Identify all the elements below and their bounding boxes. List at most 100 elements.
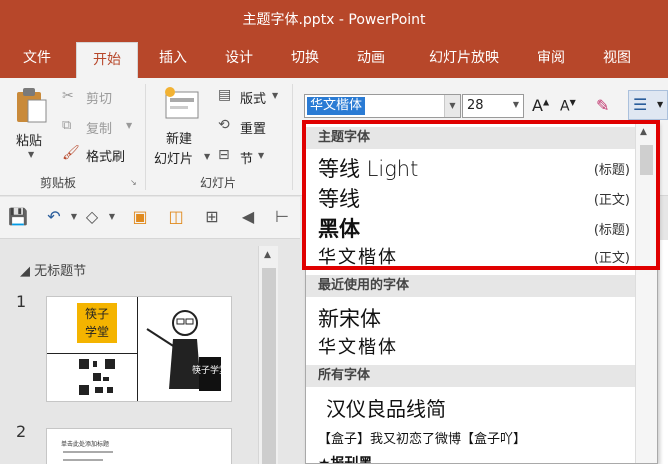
clipboard-icon xyxy=(17,88,47,123)
font-option-name: 黑体 xyxy=(318,217,360,241)
tab-slideshow[interactable]: 幻灯片放映 xyxy=(416,38,512,78)
font-size-dropdown-icon[interactable]: ▼ xyxy=(513,100,519,109)
paste-button[interactable]: 粘贴 ▼ xyxy=(10,84,54,168)
tab-file[interactable]: 文件 xyxy=(14,38,60,78)
font-option[interactable]: 华文楷体 xyxy=(306,331,636,359)
copy-dropdown-icon[interactable]: ▼ xyxy=(126,121,132,130)
divider xyxy=(47,353,137,354)
slides-pane: ◢ 无标题节 1 筷子 学堂 筷子学堂 2 单击此处添加标题 ▲ xyxy=(0,240,282,464)
font-name-dropdown-icon[interactable]: ▼ xyxy=(444,95,460,117)
slide-thumbnail-1[interactable]: 筷子 学堂 筷子学堂 xyxy=(46,296,232,402)
new-slide-label-1: 新建 xyxy=(166,132,193,147)
qr-code-image xyxy=(77,357,117,397)
all-fonts-header: 所有字体 xyxy=(306,365,636,387)
bullets-button[interactable]: ☰ ▼ xyxy=(628,90,668,120)
font-option[interactable]: ★报刊黑 xyxy=(306,451,636,464)
dialog-launcher-icon[interactable]: ↘ xyxy=(130,178,137,187)
tab-insert[interactable]: 插入 xyxy=(150,38,196,78)
font-option[interactable]: 等线 Light (标题) xyxy=(306,151,636,181)
tab-animations[interactable]: 动画 xyxy=(348,38,394,78)
grow-font-icon[interactable]: A▲ xyxy=(532,96,549,115)
new-slide-button[interactable]: 新建 幻灯片 ▼ xyxy=(150,84,212,170)
font-dropdown-list: 主题字体 等线 Light (标题) 等线 (正文) 黑体 (标题) 华文楷体 … xyxy=(305,122,658,464)
reset-label: 重置 xyxy=(240,122,267,137)
slides-group-label: 幻灯片 xyxy=(200,176,237,190)
logo-badge-text: 筷子 学堂 xyxy=(84,307,109,339)
copy-label: 复制 xyxy=(86,122,113,137)
tab-home[interactable]: 开始 xyxy=(76,42,138,78)
new-slide-icon xyxy=(165,87,199,119)
font-option[interactable]: 华文楷体 (正文) xyxy=(306,241,636,269)
undo-dropdown-icon[interactable]: ▼ xyxy=(64,207,84,227)
shrink-font-icon[interactable]: A▼ xyxy=(560,98,576,115)
font-option-tag: (正文) xyxy=(593,193,630,208)
animation-icon[interactable]: ◀ xyxy=(238,207,258,227)
bullets-dropdown-icon[interactable]: ▼ xyxy=(657,100,663,109)
scroll-up-icon[interactable]: ▲ xyxy=(640,127,647,137)
scroll-thumb[interactable] xyxy=(262,268,276,464)
font-option[interactable]: 新宋体 xyxy=(306,301,636,331)
paste-dropdown-icon[interactable]: ▼ xyxy=(28,150,34,159)
font-option-name: ★报刊黑 xyxy=(318,456,373,464)
font-option-name: 新宋体 xyxy=(318,307,381,331)
clipboard-group-label: 剪贴板 xyxy=(40,176,77,190)
slide-2-heading: 单击此处添加标题 xyxy=(61,441,110,448)
font-list-scrollbar[interactable]: ▲ xyxy=(635,123,657,463)
section-header[interactable]: ◢ 无标题节 xyxy=(20,260,86,279)
font-option[interactable]: 黑体 (标题) xyxy=(306,211,636,241)
shape-dropdown-icon[interactable]: ▼ xyxy=(102,207,122,227)
window-title: 主题字体.pptx - PowerPoint xyxy=(242,12,426,28)
slide-number: 2 xyxy=(16,422,27,441)
logo-badge: 筷子 学堂 xyxy=(77,303,117,343)
layout-label: 版式 xyxy=(240,92,267,107)
save-icon[interactable]: 💾 xyxy=(8,207,28,227)
font-option-name: 等线 xyxy=(318,187,360,211)
font-name-value[interactable]: 华文楷体 xyxy=(307,97,366,115)
font-size-combobox[interactable]: 28 ▼ xyxy=(462,94,524,118)
title-bar: 主题字体.pptx - PowerPoint xyxy=(0,0,668,38)
new-slide-label-2: 幻灯片 xyxy=(154,152,194,167)
format-painter-label: 格式刷 xyxy=(86,150,126,165)
slide-thumbnail-2[interactable]: 单击此处添加标题 xyxy=(46,428,232,464)
font-option-name: 【盒子】我又初恋了微博【盒子吖】 xyxy=(318,432,527,447)
tab-transitions[interactable]: 切换 xyxy=(282,38,328,78)
tab-design[interactable]: 设计 xyxy=(216,38,262,78)
paste-label: 粘贴 xyxy=(16,134,43,149)
layout-dropdown-icon[interactable]: ▼ xyxy=(272,91,278,100)
group-icon[interactable]: ◫ xyxy=(166,207,186,227)
undo-icon[interactable]: ↶ xyxy=(44,207,64,227)
ribbon-tabs: 文件 开始 插入 设计 切换 动画 幻灯片放映 审阅 视图 xyxy=(0,38,668,78)
new-slide-dropdown-icon[interactable]: ▼ xyxy=(204,152,210,161)
tab-review[interactable]: 审阅 xyxy=(528,38,574,78)
scissors-icon: ✂ xyxy=(62,88,74,104)
font-option-name: 华文楷体 xyxy=(318,337,398,358)
text-line xyxy=(63,459,103,461)
recent-fonts-header: 最近使用的字体 xyxy=(306,275,636,297)
font-option[interactable]: 汉仪良品线简 xyxy=(306,391,636,421)
clear-formatting-icon[interactable]: ✎ xyxy=(596,96,609,115)
bullets-icon: ☰ xyxy=(633,95,648,114)
font-option-tag: (标题) xyxy=(593,223,630,238)
font-name-combobox[interactable]: 华文楷体 ▼ xyxy=(304,94,461,118)
separator xyxy=(292,84,293,190)
teacher-illustration: 筷子学堂 xyxy=(146,310,228,391)
section-dropdown-icon[interactable]: ▼ xyxy=(258,151,264,160)
theme-fonts-header: 主题字体 xyxy=(306,127,636,149)
slides-scrollbar[interactable]: ▲ xyxy=(258,246,278,464)
layout-icon: ▤ xyxy=(218,87,232,103)
separator xyxy=(145,84,146,190)
more-icon[interactable]: ⊢ xyxy=(272,207,292,227)
scroll-thumb[interactable] xyxy=(640,145,653,175)
align-icon[interactable]: ⊞ xyxy=(202,207,222,227)
quick-access-toolbar: 💾 ↶ ▼ ◇ ▼ ▣ ◫ ⊞ ◀ ⊢ xyxy=(0,197,300,239)
font-option[interactable]: 等线 (正文) xyxy=(306,181,636,211)
scroll-up-icon[interactable]: ▲ xyxy=(264,250,271,260)
reset-icon: ⟲ xyxy=(218,117,230,133)
font-option[interactable]: 【盒子】我又初恋了微博【盒子吖】 xyxy=(306,425,636,449)
section-icon: ⊟ xyxy=(218,147,230,163)
font-size-value[interactable]: 28 xyxy=(467,98,484,113)
shape-icon[interactable]: ◇ xyxy=(82,207,102,227)
divider xyxy=(137,297,138,401)
tab-view[interactable]: 视图 xyxy=(594,38,640,78)
arrange-icon[interactable]: ▣ xyxy=(130,207,150,227)
